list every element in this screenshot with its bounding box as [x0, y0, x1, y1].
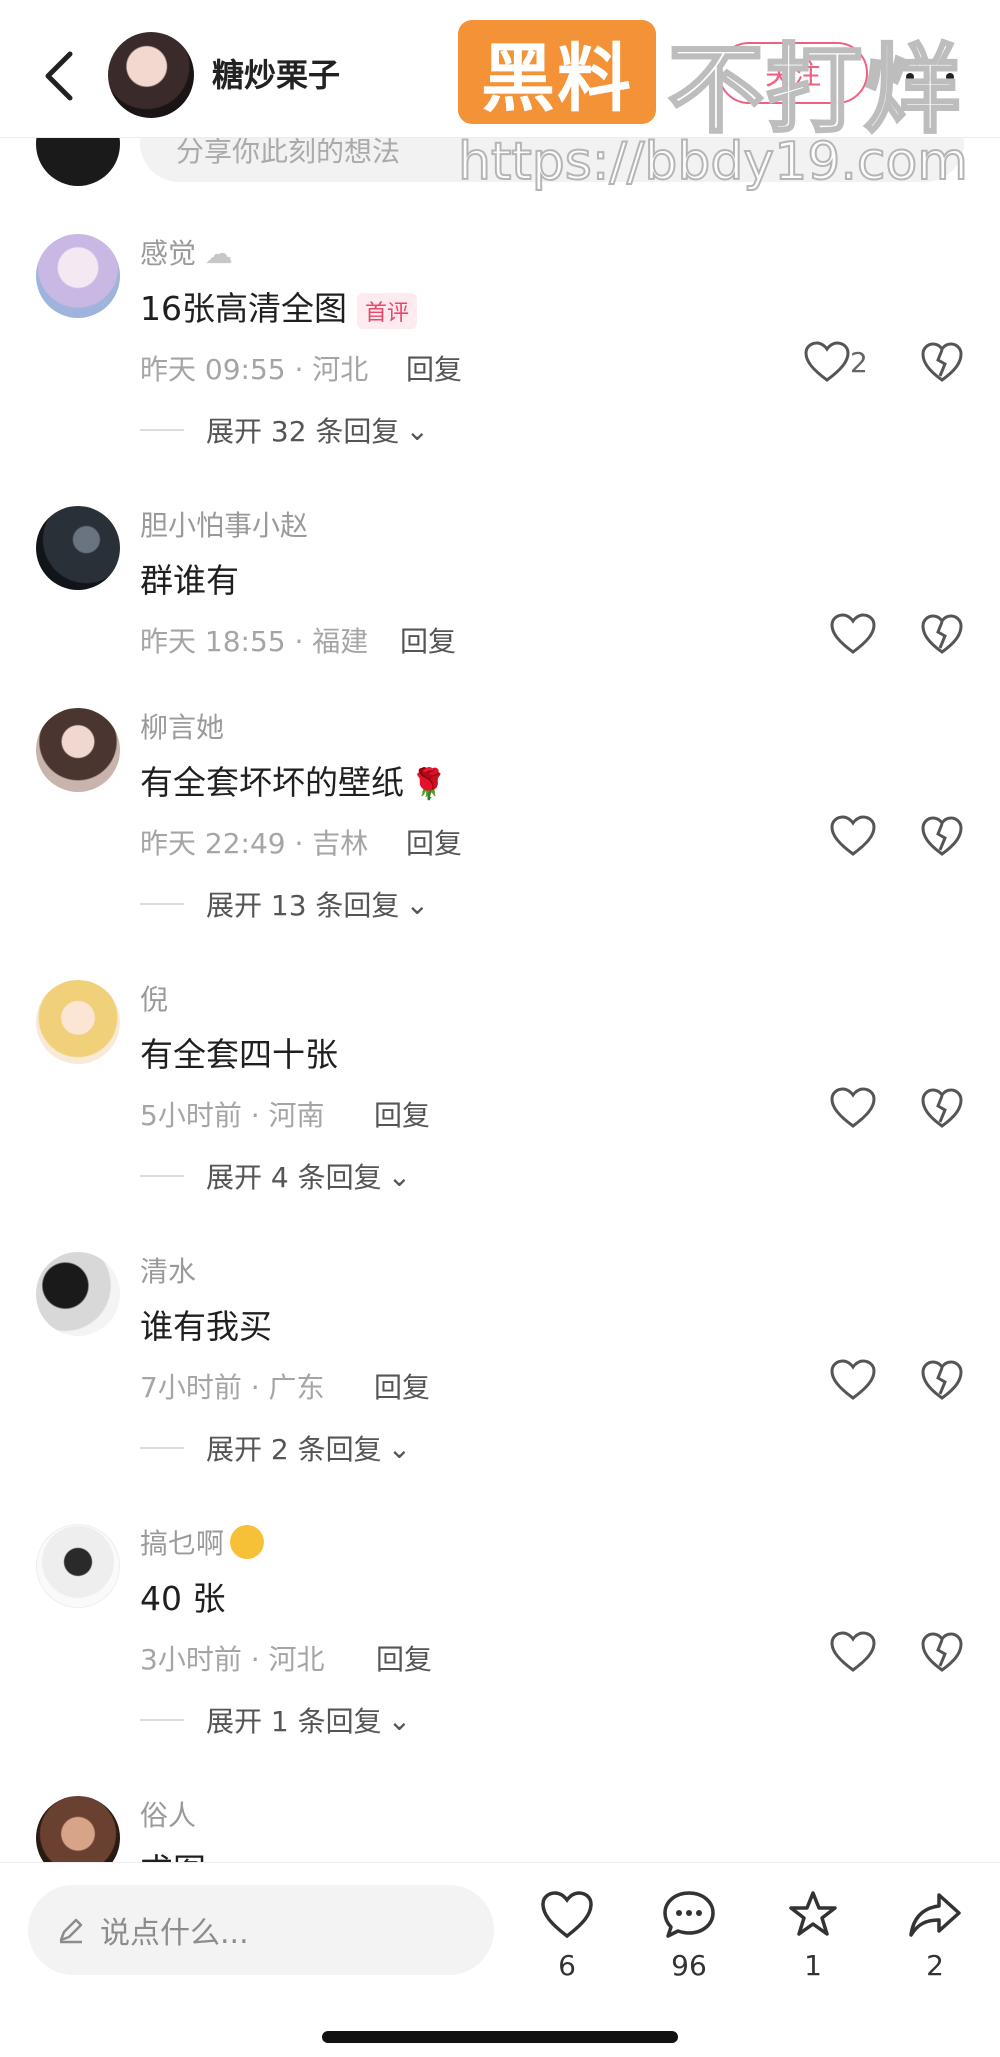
comment-meta: 7小时前 · 广东: [140, 1371, 325, 1404]
share-action[interactable]: 2: [890, 1889, 980, 1982]
comment-meta: 5小时前 · 河南: [140, 1099, 325, 1132]
commenter-avatar[interactable]: [36, 708, 120, 792]
reply-button[interactable]: 回复: [374, 1094, 430, 1134]
cloud-icon: ☁: [204, 237, 233, 270]
comment-action[interactable]: 96: [644, 1889, 734, 1982]
comment-text: 群谁有: [140, 561, 239, 600]
commenter-name[interactable]: 俗人: [140, 1794, 196, 1834]
favorite-action[interactable]: 1: [768, 1889, 858, 1982]
rose-icon: 🌹: [410, 767, 448, 802]
watermark-text: 不打烊: [667, 33, 962, 148]
expand-replies[interactable]: 展开 2 条回复 ⌄: [140, 1428, 411, 1468]
heart-icon[interactable]: [828, 1358, 878, 1402]
comment-item: 俗人 求图: [0, 1794, 1000, 1862]
comment-meta: 昨天 22:49 · 吉林: [140, 827, 369, 860]
broken-heart-icon[interactable]: [920, 814, 964, 858]
commenter-name[interactable]: 柳言她: [140, 706, 224, 746]
expand-replies[interactable]: 展开 13 条回复 ⌄: [140, 884, 429, 924]
heart-icon[interactable]: [828, 814, 878, 858]
expand-replies[interactable]: 展开 1 条回复 ⌄: [140, 1700, 411, 1740]
comment-text: 有全套坏坏的壁纸 🌹: [140, 763, 448, 802]
chevron-down-icon: ⌄: [387, 1431, 412, 1465]
commenter-avatar[interactable]: [36, 234, 120, 318]
chat-bubble-icon: [663, 1891, 715, 1938]
star-icon: [789, 1891, 837, 1936]
comment-input-placeholder: 说点什么...: [100, 1916, 249, 1951]
comment-text: 16张高清全图 首评: [140, 282, 418, 330]
commenter-avatar[interactable]: [36, 506, 120, 590]
heart-icon[interactable]: [828, 612, 878, 656]
chevron-down-icon: ⌄: [387, 1159, 412, 1193]
comment-meta: 昨天 18:55 · 福建: [140, 625, 369, 658]
chevron-down-icon: ⌄: [405, 413, 429, 447]
watermark-badge: 黑料: [458, 20, 656, 124]
broken-heart-icon[interactable]: [920, 612, 964, 656]
commenter-name[interactable]: 倪: [140, 978, 168, 1018]
author-avatar[interactable]: [108, 32, 194, 118]
commenter-name[interactable]: 感觉 ☁: [140, 232, 233, 272]
home-indicator: [322, 2031, 678, 2043]
my-avatar: [36, 138, 120, 186]
back-arrow-icon[interactable]: [40, 48, 80, 104]
commenter-avatar[interactable]: [36, 980, 120, 1064]
share-count: 2: [926, 1949, 944, 1982]
commenter-name[interactable]: 胆小怕事小赵: [140, 504, 308, 544]
heart-icon[interactable]: [828, 1630, 878, 1674]
commenter-name[interactable]: 清水: [140, 1250, 196, 1290]
heart-icon[interactable]: [802, 340, 852, 384]
comment-text: 求图: [140, 1844, 206, 1862]
heart-icon[interactable]: [828, 1086, 878, 1130]
author-name[interactable]: 糖炒栗子: [212, 50, 340, 96]
broken-heart-icon[interactable]: [920, 1358, 964, 1402]
first-comment-badge: 首评: [357, 292, 418, 329]
pencil-icon: [59, 1918, 83, 1944]
commenter-avatar[interactable]: [36, 1524, 120, 1608]
comment-text: 40 张: [140, 1579, 226, 1618]
watermark-url: https://bbdy19.com: [457, 131, 969, 193]
heart-icon: [541, 1891, 593, 1939]
comment-text: 有全套四十张: [140, 1035, 338, 1074]
reply-button[interactable]: 回复: [374, 1366, 430, 1406]
reply-button[interactable]: 回复: [406, 348, 462, 388]
thinking-face-icon: [230, 1525, 265, 1559]
comment-input[interactable]: 说点什么...: [28, 1885, 494, 1975]
reply-button[interactable]: 回复: [406, 822, 462, 862]
like-count: 2: [850, 346, 868, 379]
reply-button[interactable]: 回复: [400, 620, 456, 660]
commenter-avatar[interactable]: [36, 1796, 120, 1862]
commenter-name[interactable]: 搞乜啊: [140, 1522, 265, 1562]
broken-heart-icon[interactable]: [920, 1086, 964, 1130]
favorite-count: 1: [804, 1949, 822, 1982]
comment-meta: 3小时前 · 河北: [140, 1643, 325, 1676]
comment-text: 谁有我买: [140, 1307, 272, 1346]
bottom-action-bar: 说点什么... 6 96 1 2: [0, 1862, 1000, 2057]
comment-count: 96: [671, 1949, 707, 1982]
like-count: 6: [558, 1949, 576, 1982]
reply-button[interactable]: 回复: [376, 1638, 432, 1678]
comment-meta: 昨天 09:55 · 河北: [140, 353, 369, 386]
like-action[interactable]: 6: [522, 1889, 612, 1982]
expand-replies[interactable]: 展开 32 条回复 ⌄: [140, 410, 429, 450]
share-arrow-icon: [909, 1893, 961, 1937]
broken-heart-icon[interactable]: [920, 340, 964, 384]
chevron-down-icon: ⌄: [405, 887, 429, 921]
commenter-avatar[interactable]: [36, 1252, 120, 1336]
chevron-down-icon: ⌄: [387, 1703, 412, 1737]
broken-heart-icon[interactable]: [920, 1630, 964, 1674]
expand-replies[interactable]: 展开 4 条回复 ⌄: [140, 1156, 411, 1196]
